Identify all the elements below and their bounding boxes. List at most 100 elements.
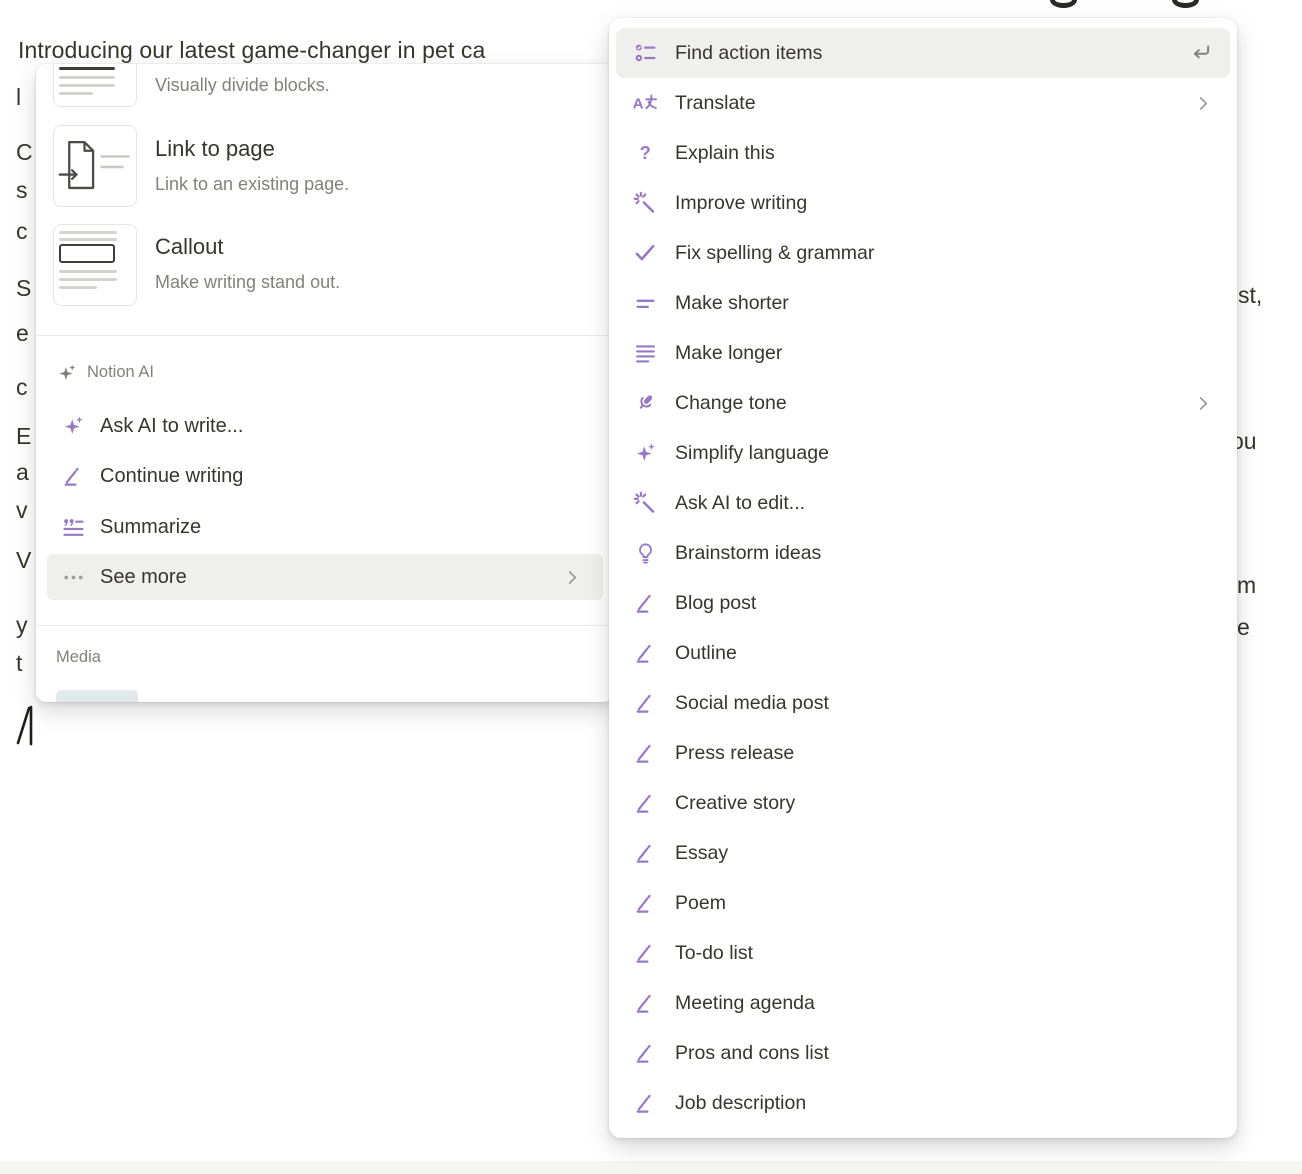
ai-action-make-shorter[interactable]: Make shorter <box>616 278 1230 328</box>
ai-action-poem[interactable]: Poem <box>616 878 1230 928</box>
clipped-paragraph-text: e <box>16 319 29 347</box>
bulb-icon <box>631 539 659 567</box>
longer-icon <box>631 339 659 367</box>
menu-item-label: Social media post <box>675 692 829 715</box>
menu-item-label: Brainstorm ideas <box>675 542 821 565</box>
clipped-paragraph-text: E <box>16 422 31 450</box>
menu-item-label: Summarize <box>100 516 201 539</box>
ai-menu-item-ask-ai-to-write[interactable]: Ask AI to write... <box>36 401 614 451</box>
block-menu-popup: Visually divide blocks.Link to pageLink … <box>36 64 614 702</box>
media-item-thumbnail[interactable] <box>56 690 138 702</box>
menu-item-label: Press release <box>675 742 794 765</box>
ai-action-creative-story[interactable]: Creative story <box>616 778 1230 828</box>
ai-action-change-tone[interactable]: Change tone <box>616 378 1230 428</box>
clipped-paragraph-text: t <box>16 649 22 677</box>
pen-icon <box>631 789 659 817</box>
clipped-paragraph-text: C <box>16 138 33 166</box>
notion-ai-section-header: Notion AI <box>56 360 154 384</box>
pen-icon <box>631 1039 659 1067</box>
ai-menu-item-see-more[interactable]: See more <box>36 552 614 602</box>
check-icon <box>631 239 659 267</box>
chevron-right-icon <box>1194 394 1213 413</box>
window-bottom-strip <box>0 1161 1302 1174</box>
ai-action-ask-ai-to-edit[interactable]: Ask AI to edit... <box>616 478 1230 528</box>
menu-item-label: Translate <box>675 92 756 115</box>
svg-text:?: ? <box>640 142 651 163</box>
pen-icon <box>631 639 659 667</box>
menu-divider <box>36 335 614 336</box>
pen-icon <box>631 689 659 717</box>
menu-item-label: See more <box>100 566 187 589</box>
pen-icon <box>631 739 659 767</box>
wand-icon <box>631 489 659 517</box>
ai-action-pros-and-cons-list[interactable]: Pros and cons list <box>616 1028 1230 1078</box>
ai-action-meeting-agenda[interactable]: Meeting agenda <box>616 978 1230 1028</box>
menu-item-label: Pros and cons list <box>675 1042 829 1065</box>
pen-icon <box>631 1089 659 1117</box>
ai-action-to-do-list[interactable]: To-do list <box>616 928 1230 978</box>
menu-item-label: Creative story <box>675 792 795 815</box>
menu-item-label: Ask AI to edit... <box>675 492 805 515</box>
menu-item-label: Explain this <box>675 142 775 165</box>
menu-item-label: Make longer <box>675 342 782 365</box>
ai-action-fix-spelling-grammar[interactable]: Fix spelling & grammar <box>616 228 1230 278</box>
ai-actions-menu-popup: Find action items A Translate? Explain this… <box>609 18 1237 1138</box>
clipped-paragraph-text: st, <box>1238 281 1262 309</box>
ai-action-blog-post[interactable]: Blog post <box>616 578 1230 628</box>
clipped-heading-glyph <box>1172 0 1199 8</box>
clipped-paragraph-text: V <box>16 546 31 574</box>
ai-action-improve-writing[interactable]: Improve writing <box>616 178 1230 228</box>
clipped-paragraph-text: S <box>16 274 31 302</box>
clipped-paragraph-text: s <box>16 176 28 204</box>
link-to-page-icon <box>53 125 137 207</box>
menu-item-label: Ask AI to write... <box>100 415 243 438</box>
shorter-icon <box>631 289 659 317</box>
ai-action-explain-this[interactable]: ? Explain this <box>616 128 1230 178</box>
ai-action-outline[interactable]: Outline <box>616 628 1230 678</box>
menu-item-label: Continue writing <box>100 465 243 488</box>
pen-icon <box>631 589 659 617</box>
ai-action-translate[interactable]: A Translate <box>616 78 1230 128</box>
menu-item-label: Job description <box>675 1092 806 1115</box>
section-header-label: Media <box>56 648 101 667</box>
translate-icon: A <box>631 89 659 117</box>
ai-action-press-release[interactable]: Press release <box>616 728 1230 778</box>
ai-action-essay[interactable]: Essay <box>616 828 1230 878</box>
clipped-paragraph-text: e <box>1237 613 1250 641</box>
menu-item-label: Blog post <box>675 592 756 615</box>
menu-item-label: Improve writing <box>675 192 807 215</box>
wand-icon <box>631 189 659 217</box>
menu-divider <box>36 625 614 626</box>
menu-item-label: Make shorter <box>675 292 789 315</box>
chevron-right-icon <box>563 568 582 587</box>
pen-icon <box>631 939 659 967</box>
ai-action-brainstorm-ideas[interactable]: Brainstorm ideas <box>616 528 1230 578</box>
section-header-label: Notion AI <box>87 363 154 382</box>
clipped-paragraph-text: c <box>16 373 28 401</box>
menu-item-label: To-do list <box>675 942 753 965</box>
block-item-description: Visually divide blocks. <box>155 73 330 97</box>
ai-action-social-media-post[interactable]: Social media post <box>616 678 1230 728</box>
pen-icon <box>631 989 659 1017</box>
ai-action-find-action-items[interactable]: Find action items <box>616 28 1230 78</box>
clipped-paragraph-text: l <box>16 83 21 111</box>
clipped-paragraph-text: v <box>16 496 28 524</box>
clipped-paragraph-text: y <box>16 611 28 639</box>
block-item-title: Callout <box>155 234 223 260</box>
dots-icon <box>60 564 86 590</box>
enter-return-icon <box>1187 40 1213 66</box>
ai-action-job-description[interactable]: Job description <box>616 1078 1230 1128</box>
document-heading[interactable]: Introducing our latest game-changer in p… <box>18 36 485 64</box>
pen-icon <box>631 839 659 867</box>
ai-action-make-longer[interactable]: Make longer <box>616 328 1230 378</box>
menu-item-label: Essay <box>675 842 728 865</box>
menu-item-label: Outline <box>675 642 737 665</box>
divider-block-icon <box>53 64 137 107</box>
ai-menu-item-summarize[interactable]: Summarize <box>36 502 614 552</box>
question-icon: ? <box>631 139 659 167</box>
block-item-description: Link to an existing page. <box>155 172 349 196</box>
menu-item-label: Fix spelling & grammar <box>675 242 874 265</box>
clipped-heading-glyph <box>1050 0 1077 8</box>
ai-action-simplify-language[interactable]: Simplify language <box>616 428 1230 478</box>
ai-menu-item-continue-writing[interactable]: Continue writing <box>36 451 614 501</box>
